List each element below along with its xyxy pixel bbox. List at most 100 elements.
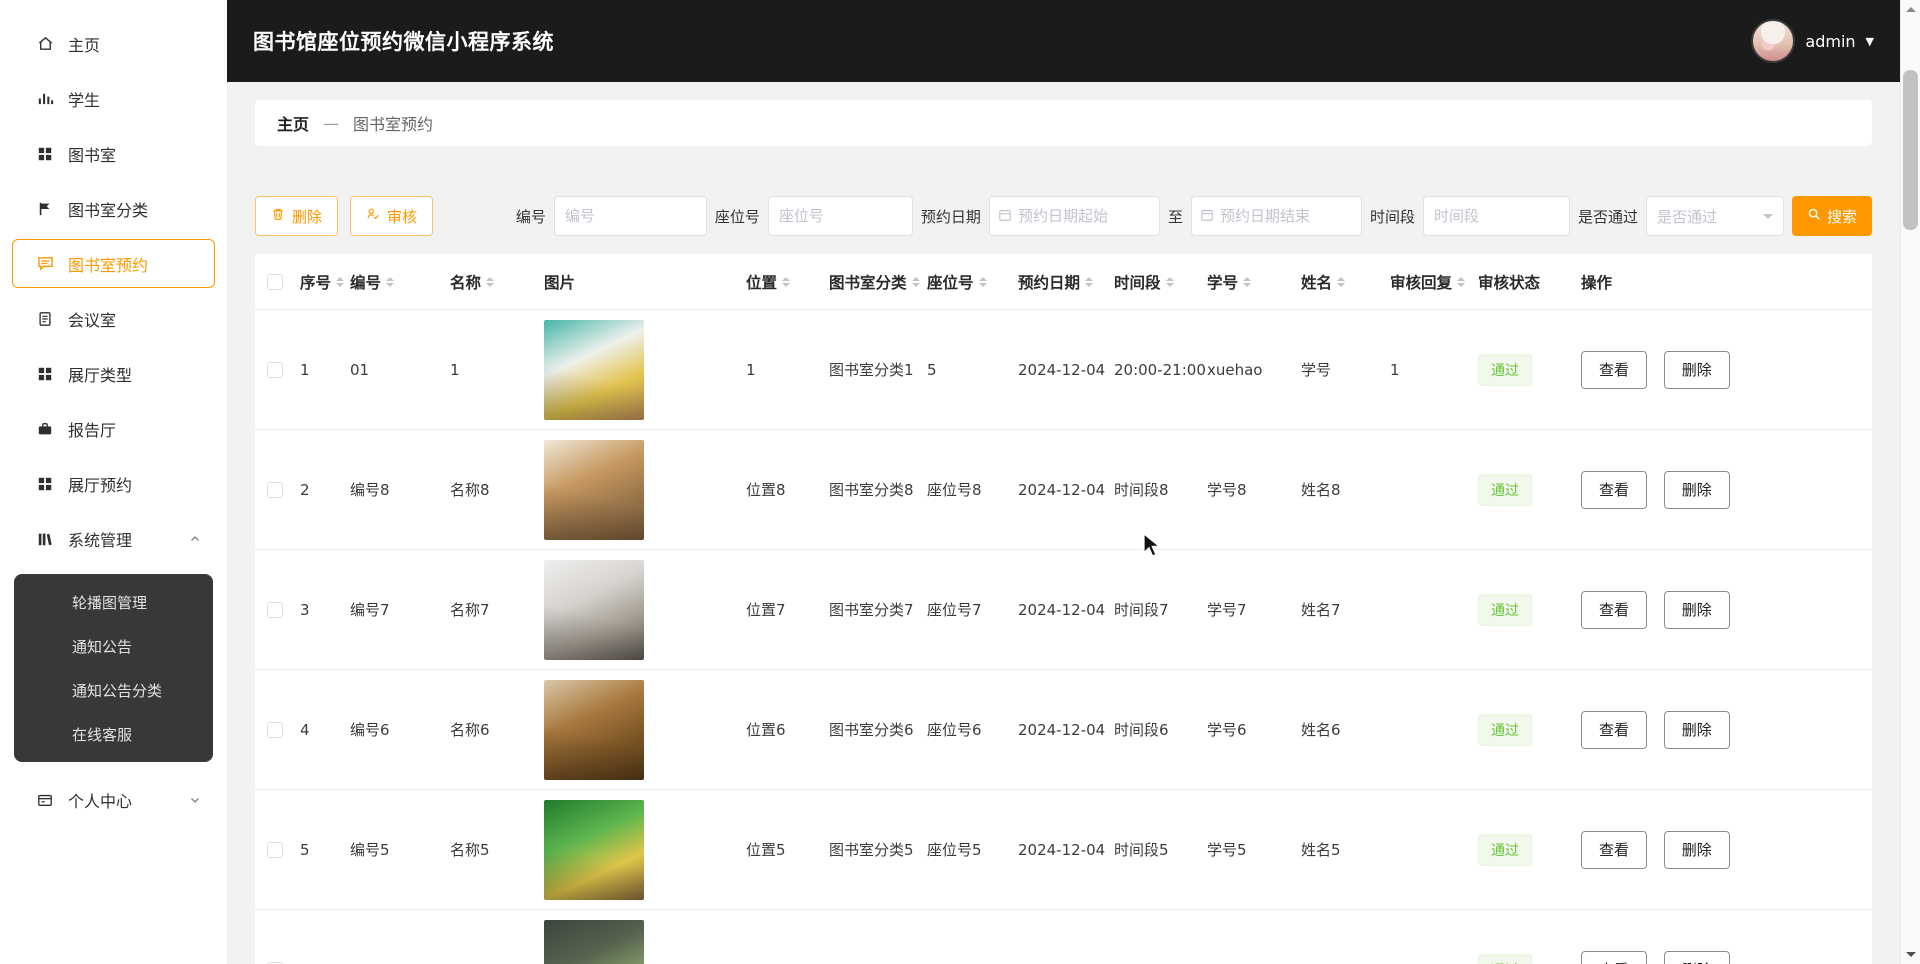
cell-xingming: 姓名6 [1301, 719, 1390, 740]
chevron-up-icon [189, 533, 201, 545]
search-button[interactable]: 搜索 [1792, 196, 1872, 236]
col-label: 审核回复 [1390, 271, 1452, 293]
sidebar-item-label: 会议室 [68, 307, 116, 331]
delete-row-button[interactable]: 删除 [1664, 951, 1730, 964]
delete-row-button[interactable]: 删除 [1664, 831, 1730, 869]
col-bianhao[interactable]: 编号 [350, 271, 450, 293]
sidebar-item-notice[interactable]: 通知公告 [14, 624, 213, 668]
view-button[interactable]: 查看 [1581, 711, 1647, 749]
breadcrumb: 主页 — 图书室预约 [255, 100, 1872, 146]
sidebar-item-personal-center[interactable]: 个人中心 [0, 772, 227, 827]
sidebar-item-notice-category[interactable]: 通知公告分类 [14, 668, 213, 712]
row-checkbox[interactable] [267, 722, 283, 738]
shijianduan-input[interactable] [1423, 196, 1570, 236]
shifoutongguo-select[interactable]: 是否通过 [1646, 196, 1784, 236]
cell-shijianduan: 时间段5 [1114, 839, 1207, 860]
sidebar-item-carousel-management[interactable]: 轮播图管理 [14, 580, 213, 624]
row-checkbox[interactable] [267, 842, 283, 858]
sidebar-item-meeting-room[interactable]: 会议室 [0, 291, 227, 346]
sidebar-item-hall-reservation[interactable]: 展厅预约 [0, 456, 227, 511]
cell-bianhao: 编号8 [350, 479, 450, 500]
zuoweihao-label: 座位号 [715, 206, 760, 227]
breadcrumb-current: 图书室预约 [353, 111, 433, 135]
user-menu[interactable]: admin ▼ [1751, 19, 1874, 63]
row-checkbox[interactable] [267, 602, 283, 618]
cell-fenlei: 图书室分类7 [829, 599, 927, 620]
delete-row-button[interactable]: 删除 [1664, 471, 1730, 509]
view-button[interactable]: 查看 [1581, 951, 1647, 964]
col-riqi[interactable]: 预约日期 [1018, 271, 1114, 293]
sidebar-item-system-management[interactable]: 系统管理 [0, 511, 227, 566]
room-photo[interactable] [544, 680, 644, 780]
date-end-field[interactable] [1191, 196, 1362, 236]
col-caozuo: 操作 [1581, 271, 1872, 293]
delete-row-button[interactable]: 删除 [1664, 591, 1730, 629]
sidebar-item-library-room[interactable]: 图书室 [0, 126, 227, 181]
toolbar: 删除 审核 编号 座位号 预约日期 至 时间段 是否通过 [255, 196, 1872, 236]
user-avatar[interactable] [1751, 19, 1795, 63]
sidebar-item-students[interactable]: 学生 [0, 71, 227, 126]
col-xuehao[interactable]: 学号 [1207, 271, 1301, 293]
sidebar-item-hall-type[interactable]: 展厅类型 [0, 346, 227, 401]
cell-zuoweihao: 座位号5 [927, 839, 1018, 860]
col-zuoweihao[interactable]: 座位号 [927, 271, 1018, 293]
col-label: 学号 [1207, 271, 1238, 293]
col-xingming[interactable]: 姓名 [1301, 271, 1390, 293]
col-xuhao[interactable]: 序号 [300, 271, 350, 293]
cell-fenlei: 图书室分类1 [829, 359, 927, 380]
zuoweihao-input[interactable] [768, 196, 913, 236]
col-shijianduan[interactable]: 时间段 [1114, 271, 1207, 293]
view-button[interactable]: 查看 [1581, 471, 1647, 509]
col-huifu[interactable]: 审核回复 [1390, 271, 1478, 293]
room-photo[interactable] [544, 800, 644, 900]
sidebar-item-label: 学生 [68, 87, 100, 111]
cell-index: 2 [300, 481, 350, 499]
cell-weizhi: 1 [746, 361, 829, 379]
vertical-scrollbar[interactable] [1900, 0, 1920, 964]
status-badge: 通过 [1478, 354, 1532, 386]
room-photo[interactable] [544, 320, 644, 420]
sort-icon [1457, 273, 1465, 291]
sidebar-item-library-category[interactable]: 图书室分类 [0, 181, 227, 236]
status-badge: 通过 [1478, 954, 1532, 964]
scroll-down-arrow[interactable] [1901, 946, 1920, 964]
cell-index: 4 [300, 721, 350, 739]
submenu-item-label: 在线客服 [72, 724, 132, 745]
audit-button[interactable]: 审核 [350, 196, 433, 236]
room-photo[interactable] [544, 560, 644, 660]
delete-row-button[interactable]: 删除 [1664, 351, 1730, 389]
row-checkbox[interactable] [267, 482, 283, 498]
scroll-up-arrow[interactable] [1901, 0, 1920, 18]
date-end-input[interactable] [1220, 207, 1353, 225]
briefcase-icon [36, 421, 54, 437]
view-button[interactable]: 查看 [1581, 831, 1647, 869]
sort-icon [979, 273, 987, 291]
scrollbar-thumb[interactable] [1903, 70, 1918, 230]
table-row: 3 编号7 名称7 位置7 图书室分类7 座位号7 2024-12-04 时间段… [255, 550, 1872, 670]
delete-button[interactable]: 删除 [255, 196, 338, 236]
select-all-checkbox[interactable] [267, 274, 283, 290]
bianhao-input[interactable] [554, 196, 707, 236]
room-photo[interactable] [544, 920, 644, 964]
breadcrumb-home[interactable]: 主页 [277, 111, 309, 135]
col-mingcheng[interactable]: 名称 [450, 271, 544, 293]
sidebar-item-lecture-hall[interactable]: 报告厅 [0, 401, 227, 456]
trash-icon [271, 207, 285, 225]
delete-row-button[interactable]: 删除 [1664, 711, 1730, 749]
col-weizhi[interactable]: 位置 [746, 271, 829, 293]
view-button[interactable]: 查看 [1581, 351, 1647, 389]
sidebar-item-home[interactable]: 主页 [0, 16, 227, 71]
view-button[interactable]: 查看 [1581, 591, 1647, 629]
home-icon [36, 35, 54, 52]
table-header: 序号 编号 名称 图片 位置 图书室分类 座位号 预约日期 时间段 学号 姓名 … [255, 254, 1872, 310]
row-checkbox[interactable] [267, 362, 283, 378]
date-start-field[interactable] [989, 196, 1160, 236]
sidebar: 主页 学生 图书室 图书室分类 图书室预约 会议室 展厅类型 报告厅 展厅预约 … [0, 0, 227, 964]
sidebar-item-library-reservation[interactable]: 图书室预约 [12, 239, 215, 288]
status-badge: 通过 [1478, 594, 1532, 626]
cell-riqi: 2024-12-04 [1018, 481, 1114, 499]
date-start-input[interactable] [1018, 207, 1151, 225]
col-fenlei[interactable]: 图书室分类 [829, 271, 927, 293]
sidebar-item-online-service[interactable]: 在线客服 [14, 712, 213, 756]
room-photo[interactable] [544, 440, 644, 540]
